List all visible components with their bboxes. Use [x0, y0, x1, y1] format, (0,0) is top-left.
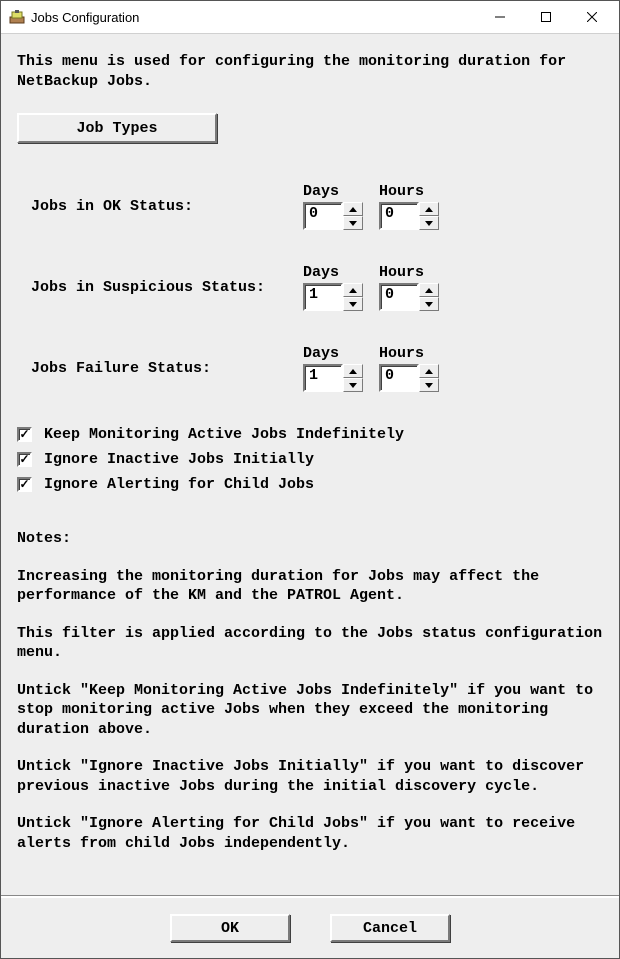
- days-label: Days: [303, 345, 363, 362]
- ok-days-col: Days 0: [303, 183, 363, 230]
- ok-hours-down[interactable]: [419, 216, 439, 230]
- row-failure-status: Jobs Failure Status: Days 1 Hours: [17, 345, 603, 392]
- check-ignore-child-row: ✓ Ignore Alerting for Child Jobs: [17, 476, 603, 493]
- hours-label: Hours: [379, 183, 439, 200]
- suspicious-hours-up[interactable]: [419, 283, 439, 297]
- suspicious-days-value[interactable]: 1: [303, 283, 343, 311]
- window-title: Jobs Configuration: [31, 10, 477, 25]
- failure-hours-col: Hours 0: [379, 345, 439, 392]
- failure-hours-up[interactable]: [419, 364, 439, 378]
- notes-p1: Increasing the monitoring duration for J…: [17, 567, 603, 606]
- notes-p5: Untick "Ignore Alerting for Child Jobs" …: [17, 814, 603, 853]
- ok-days-up[interactable]: [343, 202, 363, 216]
- check-ignore-child-label: Ignore Alerting for Child Jobs: [44, 476, 314, 493]
- ok-days-spinner[interactable]: 0: [303, 202, 363, 230]
- check-ignore-child[interactable]: ✓: [17, 477, 32, 492]
- failure-hours-down[interactable]: [419, 378, 439, 392]
- ok-hours-up[interactable]: [419, 202, 439, 216]
- notes-p3: Untick "Keep Monitoring Active Jobs Inde…: [17, 681, 603, 740]
- check-ignore-inactive[interactable]: ✓: [17, 452, 32, 467]
- intro-text: This menu is used for configuring the mo…: [17, 52, 603, 91]
- ok-days-value[interactable]: 0: [303, 202, 343, 230]
- checkbox-group: ✓ Keep Monitoring Active Jobs Indefinite…: [17, 426, 603, 493]
- suspicious-days-col: Days 1: [303, 264, 363, 311]
- row-failure-label: Jobs Failure Status:: [17, 360, 303, 377]
- ok-days-down[interactable]: [343, 216, 363, 230]
- check-ignore-inactive-row: ✓ Ignore Inactive Jobs Initially: [17, 451, 603, 468]
- row-suspicious-status: Jobs in Suspicious Status: Days 1 Hours: [17, 264, 603, 311]
- check-keep-active[interactable]: ✓: [17, 427, 32, 442]
- failure-hours-spinner[interactable]: 0: [379, 364, 439, 392]
- window-controls: [477, 2, 615, 32]
- row-suspicious-label: Jobs in Suspicious Status:: [17, 279, 303, 296]
- footer: OK Cancel: [1, 896, 619, 958]
- job-types-button[interactable]: Job Types: [17, 113, 217, 143]
- failure-days-down[interactable]: [343, 378, 363, 392]
- hours-label: Hours: [379, 264, 439, 281]
- window: Jobs Configuration This menu is used for…: [0, 0, 620, 959]
- content: This menu is used for configuring the mo…: [1, 34, 619, 896]
- ok-button[interactable]: OK: [170, 914, 290, 942]
- suspicious-hours-spinner[interactable]: 0: [379, 283, 439, 311]
- days-label: Days: [303, 264, 363, 281]
- cancel-button[interactable]: Cancel: [330, 914, 450, 942]
- minimize-button[interactable]: [477, 2, 523, 32]
- ok-hours-col: Hours 0: [379, 183, 439, 230]
- failure-days-value[interactable]: 1: [303, 364, 343, 392]
- suspicious-days-down[interactable]: [343, 297, 363, 311]
- suspicious-hours-col: Hours 0: [379, 264, 439, 311]
- notes-heading: Notes:: [17, 529, 603, 549]
- row-ok-label: Jobs in OK Status:: [17, 198, 303, 215]
- suspicious-days-up[interactable]: [343, 283, 363, 297]
- hours-label: Hours: [379, 345, 439, 362]
- failure-days-col: Days 1: [303, 345, 363, 392]
- ok-hours-spinner[interactable]: 0: [379, 202, 439, 230]
- row-ok-status: Jobs in OK Status: Days 0 Hours: [17, 183, 603, 230]
- suspicious-hours-value[interactable]: 0: [379, 283, 419, 311]
- notes-section: Notes: Increasing the monitoring duratio…: [17, 529, 603, 853]
- suspicious-days-spinner[interactable]: 1: [303, 283, 363, 311]
- client-area: This menu is used for configuring the mo…: [1, 34, 619, 958]
- ok-hours-value[interactable]: 0: [379, 202, 419, 230]
- check-keep-active-row: ✓ Keep Monitoring Active Jobs Indefinite…: [17, 426, 603, 443]
- failure-hours-value[interactable]: 0: [379, 364, 419, 392]
- notes-p4: Untick "Ignore Inactive Jobs Initially" …: [17, 757, 603, 796]
- failure-days-up[interactable]: [343, 364, 363, 378]
- check-keep-active-label: Keep Monitoring Active Jobs Indefinitely: [44, 426, 404, 443]
- notes-p2: This filter is applied according to the …: [17, 624, 603, 663]
- check-ignore-inactive-label: Ignore Inactive Jobs Initially: [44, 451, 314, 468]
- suspicious-hours-down[interactable]: [419, 297, 439, 311]
- app-icon: [9, 9, 25, 25]
- maximize-button[interactable]: [523, 2, 569, 32]
- close-button[interactable]: [569, 2, 615, 32]
- failure-days-spinner[interactable]: 1: [303, 364, 363, 392]
- titlebar: Jobs Configuration: [1, 1, 619, 34]
- days-label: Days: [303, 183, 363, 200]
